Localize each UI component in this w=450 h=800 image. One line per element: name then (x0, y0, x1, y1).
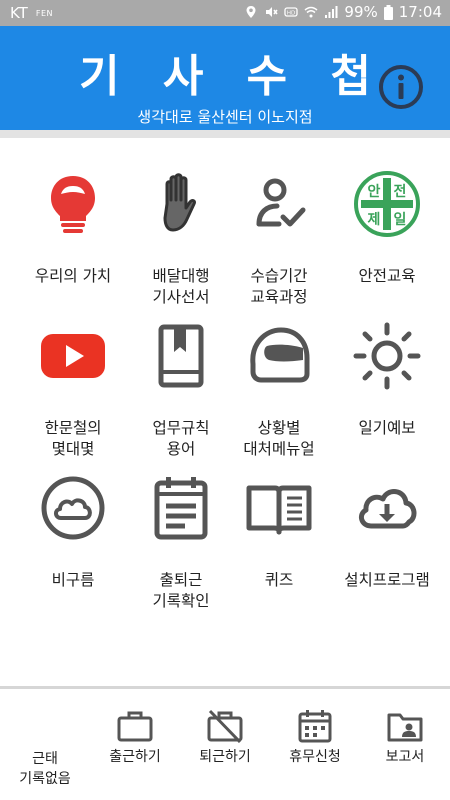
attendance-status-label: 근태 기록없음 (19, 751, 71, 787)
open-book-icon (246, 485, 312, 535)
day-off-request-label: 휴무신청 (289, 749, 341, 765)
day-off-request-button[interactable]: 휴무신청 (270, 689, 360, 800)
menu-item-label: 설치프로그램 (344, 571, 430, 589)
menu-item-oath[interactable]: 배달대행 기사선서 (125, 170, 237, 320)
menu-item-safety[interactable]: 안 전 제 일 안전교육 (331, 170, 443, 320)
header-divider (0, 130, 450, 138)
menu-item-label: 비구름 (51, 571, 95, 589)
menu-item-label: 업무규칙 용어 (152, 419, 210, 458)
badge-char-4: 일 (394, 212, 407, 228)
badge-char-3: 제 (368, 212, 381, 228)
calendar-list-icon (154, 477, 208, 540)
menu-item-attendance-log[interactable]: 출퇴근 기록확인 (125, 474, 237, 624)
wifi-icon (304, 6, 318, 18)
location-icon (246, 6, 256, 18)
menu-item-youtube[interactable]: 한문철의 몇대몇 (17, 322, 129, 472)
youtube-play-icon (41, 334, 105, 378)
badge-char-2: 전 (394, 183, 407, 200)
helmet-icon (250, 327, 310, 383)
menu-item-label: 출퇴근 기록확인 (152, 571, 210, 610)
menu-item-rain-cloud[interactable]: 비구름 (17, 474, 129, 624)
menu-item-rules[interactable]: 업무규칙 용어 (125, 322, 237, 472)
clock-in-label: 출근하기 (109, 749, 161, 765)
cloud-circle-icon (41, 476, 105, 540)
network-label: FEN (35, 8, 53, 18)
menu-item-label: 한문철의 몇대몇 (44, 419, 102, 458)
mute-icon (266, 7, 279, 17)
menu-item-values[interactable]: 우리의 가치 (17, 170, 129, 320)
menu-item-installer[interactable]: 설치프로그램 (331, 474, 443, 624)
report-label: 보고서 (385, 749, 425, 765)
clock-out-label: 퇴근하기 (199, 749, 251, 765)
attendance-status: 근태 기록없음 (0, 689, 90, 800)
menu-item-label: 퀴즈 (264, 571, 294, 589)
clock-out-button[interactable]: 퇴근하기 (180, 689, 270, 800)
menu-item-label: 배달대행 기사선서 (152, 267, 210, 306)
carrier-label: KT (10, 4, 28, 22)
app-header: 기 사 수 첩 생각대로 울산센터 이노지점 (0, 26, 450, 130)
badge-char-1: 안 (368, 183, 381, 200)
report-button[interactable]: 보고서 (360, 689, 450, 800)
safety-first-badge-icon: 안 전 제 일 (354, 171, 420, 237)
bookmark-book-icon (158, 324, 204, 388)
info-icon[interactable] (378, 64, 424, 110)
menu-item-quiz[interactable]: 퀴즈 (223, 474, 335, 624)
menu-item-manual[interactable]: 상황별 대처메뉴얼 (223, 322, 335, 472)
menu-item-label: 일기예보 (358, 419, 416, 437)
clock-in-button[interactable]: 출근하기 (90, 689, 180, 800)
sun-icon (353, 322, 421, 390)
raised-hand-icon (163, 173, 196, 232)
hd-icon: HD (284, 7, 299, 17)
battery-icon (383, 4, 393, 20)
svg-text:HD: HD (287, 11, 295, 17)
menu-item-weather[interactable]: 일기예보 (331, 322, 443, 472)
briefcase-icon (117, 711, 153, 742)
clock: 17:04 (398, 3, 442, 21)
menu-item-label: 상황별 대처메뉴얼 (243, 419, 315, 458)
menu-item-label: 우리의 가치 (34, 267, 112, 285)
folder-user-icon (387, 713, 423, 742)
battery-percent: 99% (344, 3, 378, 21)
calendar-icon (298, 710, 332, 743)
bottom-nav: 근태 기록없음 출근하기 퇴근하기 휴무신청 보고서 (0, 689, 450, 800)
menu-item-label: 수습기간 교육과정 (250, 267, 308, 306)
briefcase-off-icon (207, 709, 243, 743)
status-bar: KT FEN HD 99% 17:04 (0, 0, 450, 26)
user-check-icon (256, 178, 306, 227)
cloud-download-icon (358, 489, 417, 529)
menu-item-training[interactable]: 수습기간 교육과정 (223, 170, 335, 320)
signal-icon (325, 6, 338, 18)
menu-item-label: 안전교육 (358, 267, 416, 285)
lightbulb-icon (51, 176, 95, 233)
